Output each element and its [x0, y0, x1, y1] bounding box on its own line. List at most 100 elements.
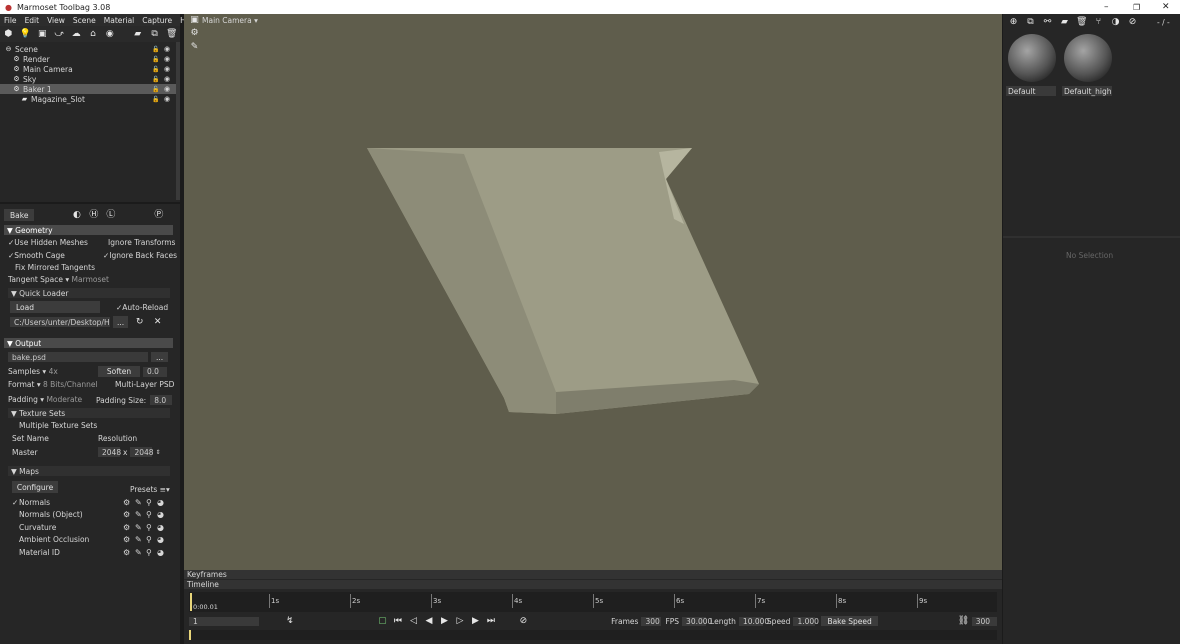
brush-icon[interactable]: ✎: [135, 548, 142, 557]
playhead[interactable]: [190, 593, 192, 611]
high-toggle-icon[interactable]: Ⓗ: [88, 210, 99, 221]
menu-capture[interactable]: Capture: [142, 16, 172, 25]
add-material-icon[interactable]: ⊕: [1008, 17, 1019, 28]
record-icon[interactable]: ⊘: [519, 616, 529, 627]
prev-frame-icon[interactable]: ◀: [424, 616, 434, 627]
brush-icon[interactable]: ✎: [135, 510, 142, 519]
scene-item-baker-1[interactable]: ⚙ Baker 1 🔓 ◉: [0, 84, 178, 94]
preview-icon[interactable]: ◕: [157, 498, 164, 507]
gear-icon[interactable]: ⚙: [123, 510, 130, 519]
output-file-field[interactable]: bake.psd: [8, 352, 148, 362]
ignore-back-faces-checkbox[interactable]: ✓ Ignore Back Faces: [103, 251, 177, 260]
visibility-eye-icon[interactable]: ◉: [164, 95, 170, 103]
folder-icon[interactable]: ▰: [132, 29, 143, 40]
preview-icon[interactable]: ◕: [157, 523, 164, 532]
visibility-eye-icon[interactable]: ◉: [164, 55, 170, 63]
pin-icon[interactable]: Ⓟ: [153, 210, 164, 221]
visibility-eye-icon[interactable]: ◉: [164, 75, 170, 83]
padding-dropdown[interactable]: Padding ▾ Moderate: [8, 395, 82, 404]
padding-size-field[interactable]: 8.0: [150, 395, 173, 405]
end-frame-field[interactable]: 300: [971, 616, 998, 626]
delete-icon[interactable]: 🗑: [166, 29, 177, 40]
output-browse-button[interactable]: ...: [151, 352, 169, 362]
scene-item-render[interactable]: ⚙ Render 🔓 ◉: [0, 54, 178, 64]
visibility-eye-icon[interactable]: ◉: [164, 45, 170, 53]
link-material-icon[interactable]: ⚯: [1042, 17, 1053, 28]
delete-material-icon[interactable]: 🗑: [1076, 17, 1087, 28]
material-tree-icon[interactable]: ⑂: [1093, 17, 1104, 28]
scene-scrollbar[interactable]: [176, 42, 180, 200]
smooth-cage-checkbox[interactable]: ✓ Smooth Cage: [8, 251, 65, 260]
material-sphere-default[interactable]: [1008, 34, 1056, 82]
last-frame-icon[interactable]: ⏭: [486, 616, 496, 627]
baker-icon[interactable]: ⌂: [88, 29, 99, 40]
menu-edit[interactable]: Edit: [25, 16, 40, 25]
fix-mirrored-tangents-checkbox[interactable]: Fix Mirrored Tangents: [15, 263, 95, 272]
preview-icon[interactable]: ◕: [157, 548, 164, 557]
next-key-icon[interactable]: ▶: [471, 616, 481, 627]
speed-field[interactable]: 1.000: [793, 616, 819, 626]
lock-icon[interactable]: 🔓: [152, 76, 159, 83]
quick-loader-header[interactable]: ▼ Quick Loader: [8, 288, 170, 298]
close-button[interactable]: ✕: [1162, 2, 1170, 12]
fps-field[interactable]: 30.000: [682, 616, 712, 626]
geometry-header[interactable]: ▼ Geometry: [4, 225, 173, 235]
camera-icon[interactable]: ▣: [37, 29, 48, 40]
lock-icon[interactable]: 🔓: [152, 46, 159, 53]
multi-layer-psd-checkbox[interactable]: Multi-Layer PSD: [115, 380, 174, 389]
search-icon[interactable]: ⚲: [146, 510, 152, 519]
viewport-render[interactable]: [184, 14, 1002, 570]
timeline-header[interactable]: Timeline: [184, 580, 1002, 589]
viewport-pick-icon[interactable]: ✎: [189, 42, 200, 53]
light-icon[interactable]: 💡: [20, 29, 31, 40]
resolution-height-field[interactable]: 2048: [130, 447, 154, 457]
length-field[interactable]: 10.000: [738, 616, 769, 626]
gear-icon[interactable]: ⚙: [123, 535, 130, 544]
soften-field[interactable]: 0.0: [143, 366, 167, 377]
keyframes-header[interactable]: Keyframes: [184, 570, 1002, 579]
speed-curve-icon[interactable]: ↯: [285, 616, 295, 627]
viewport[interactable]: ▣ Main Camera ▾ ⚙ ✎: [184, 14, 1002, 570]
visibility-eye-icon[interactable]: ◉: [164, 85, 170, 93]
lock-icon[interactable]: 🔓: [152, 56, 159, 63]
menu-scene[interactable]: Scene: [73, 16, 96, 25]
bake-speed-button[interactable]: Bake Speed: [821, 616, 878, 626]
search-icon[interactable]: ⚲: [146, 523, 152, 532]
scene-item-main-camera[interactable]: ⚙ Main Camera 🔓 ◉: [0, 64, 178, 74]
brush-icon[interactable]: ✎: [135, 523, 142, 532]
map-row-material-id[interactable]: Material ID ⚙ ✎ ⚲ ◕: [12, 548, 172, 557]
lock-icon[interactable]: 🔓: [152, 96, 159, 103]
scrub-start-marker[interactable]: [189, 630, 191, 640]
visibility-eye-icon[interactable]: ◉: [164, 65, 170, 73]
loop-icon[interactable]: ▢: [378, 616, 388, 627]
quick-loader-path-field[interactable]: C:/Users/unter/Desktop/Hanc: [10, 317, 110, 327]
play-icon[interactable]: ▶: [440, 616, 450, 627]
map-row-curvature[interactable]: Curvature ⚙ ✎ ⚲ ◕: [12, 523, 172, 532]
lock-icon[interactable]: 🔓: [152, 66, 159, 73]
preview-icon[interactable]: ◕: [157, 535, 164, 544]
shadow-catcher-icon[interactable]: ◉: [104, 29, 115, 40]
frame-field[interactable]: 1: [189, 616, 260, 626]
bake-tab[interactable]: Bake: [4, 209, 35, 221]
output-header[interactable]: ▼ Output: [4, 338, 173, 348]
viewport-settings-icon[interactable]: ⚙: [189, 28, 200, 39]
first-frame-icon[interactable]: ⏮: [393, 616, 403, 627]
material-folder-icon[interactable]: ▰: [1059, 17, 1070, 28]
preview-icon[interactable]: ◕: [157, 510, 164, 519]
scene-item-scene[interactable]: ⊖ Scene 🔓 ◉: [0, 44, 178, 54]
format-dropdown[interactable]: Format ▾ 8 Bits/Channel: [8, 380, 98, 389]
duplicate-material-icon[interactable]: ⧉: [1025, 17, 1036, 28]
gear-icon[interactable]: ⚙: [123, 548, 130, 557]
duplicate-icon[interactable]: ⧉: [149, 29, 160, 40]
scene-item-sky[interactable]: ⚙ Sky 🔓 ◉: [0, 74, 178, 84]
camera-selector[interactable]: ▣ Main Camera ▾: [187, 15, 258, 26]
gear-icon[interactable]: ⚙: [123, 498, 130, 507]
prev-key-icon[interactable]: ◁: [409, 616, 419, 627]
assign-material-icon[interactable]: ◑: [1110, 17, 1121, 28]
fog-icon[interactable]: ☁: [71, 29, 82, 40]
map-enable-checkbox[interactable]: ✓: [12, 498, 19, 507]
low-toggle-icon[interactable]: Ⓛ: [105, 210, 116, 221]
search-icon[interactable]: ⚲: [146, 498, 152, 507]
samples-dropdown[interactable]: Samples ▾ 4x: [8, 367, 58, 376]
link-icon[interactable]: ⛓: [958, 616, 969, 627]
